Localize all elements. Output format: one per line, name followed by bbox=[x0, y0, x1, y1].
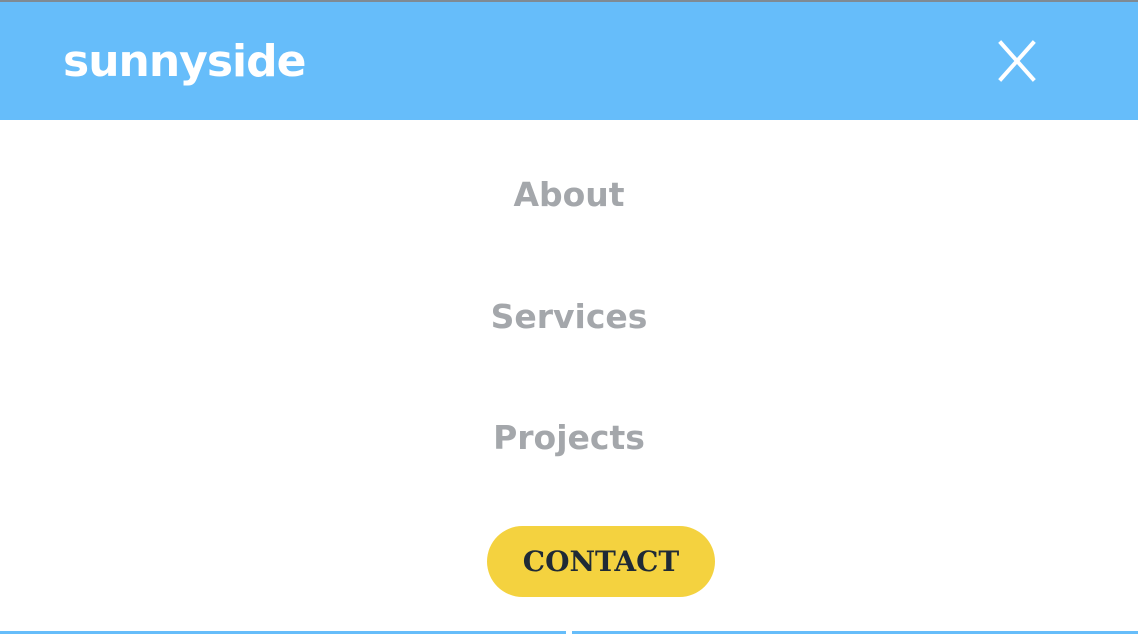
menu-item-services[interactable]: Services bbox=[0, 297, 1138, 337]
contact-button[interactable]: CONTACT bbox=[487, 526, 715, 597]
menu-item-about[interactable]: About bbox=[0, 175, 1138, 215]
mobile-menu-page: sunnyside About Services Projects CONTAC… bbox=[0, 0, 1138, 634]
close-menu-button[interactable] bbox=[994, 38, 1040, 84]
site-header: sunnyside bbox=[0, 2, 1138, 120]
menu-item-projects[interactable]: Projects bbox=[0, 418, 1138, 458]
close-icon bbox=[998, 40, 1036, 82]
site-logo[interactable]: sunnyside bbox=[63, 34, 306, 90]
